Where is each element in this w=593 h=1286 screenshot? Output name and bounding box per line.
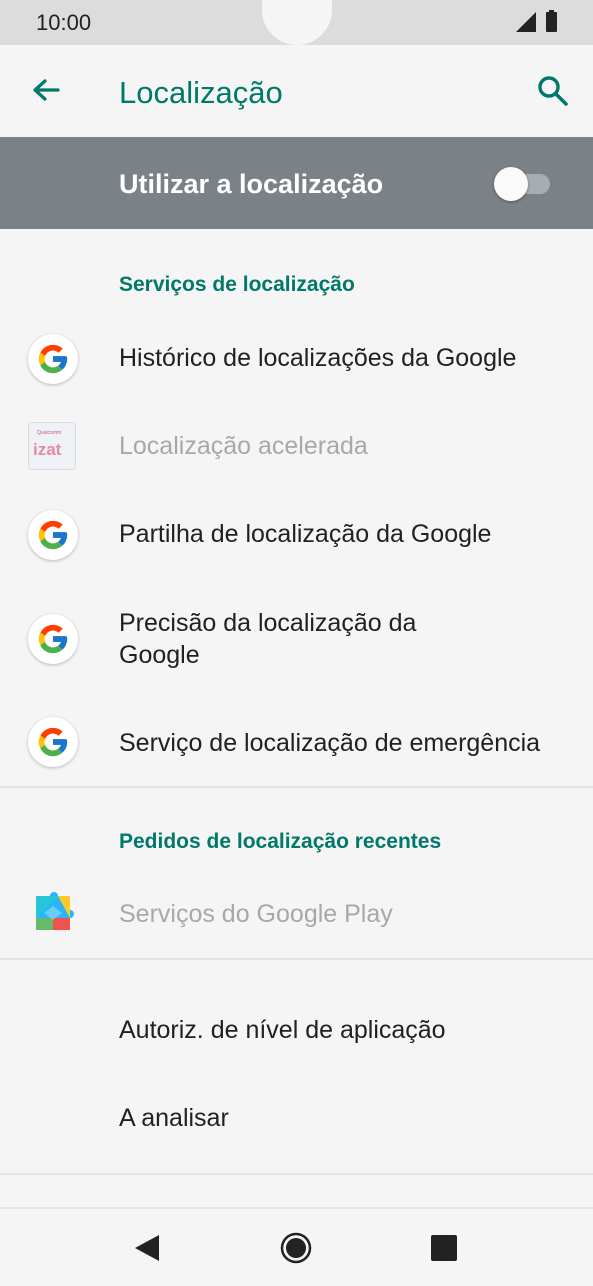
divider <box>0 1173 593 1175</box>
qualcomm-izat-icon: Qualcomm izat <box>28 422 78 472</box>
list-item-scanning[interactable]: A analisar <box>0 1076 593 1156</box>
item-label: A analisar <box>119 1104 229 1132</box>
nav-home-icon[interactable] <box>280 1232 312 1264</box>
page-title: Localização <box>119 75 283 110</box>
list-item-google-location-accuracy[interactable]: Precisão da localização da Google <box>0 578 593 696</box>
battery-icon <box>546 10 557 32</box>
list-item-accelerated-location[interactable]: Qualcomm izat Localização acelerada <box>0 402 593 490</box>
toggle-thumb[interactable] <box>494 167 528 201</box>
list-item-app-level-permissions[interactable]: Autoriz. de nível de aplicação <box>0 990 593 1070</box>
status-icons <box>516 10 557 32</box>
list-item-google-play-services[interactable]: Serviços do Google Play <box>0 872 593 958</box>
camera-notch <box>262 0 332 45</box>
izat-brand: izat <box>33 440 62 459</box>
item-label: Histórico de localizações da Google <box>119 344 517 372</box>
item-label: Serviços do Google Play <box>119 900 393 928</box>
list-item-google-location-history[interactable]: Histórico de localizações da Google <box>0 314 593 402</box>
item-label: Localização acelerada <box>119 432 368 460</box>
section-header-recent-requests: Pedidos de localização recentes <box>119 830 442 853</box>
divider <box>0 958 593 960</box>
izat-brand-small: Qualcomm <box>37 430 61 436</box>
google-g-icon <box>28 510 78 560</box>
search-icon[interactable] <box>535 73 571 109</box>
signal-icon <box>516 12 536 32</box>
section-header-location-services: Serviços de localização <box>119 273 355 296</box>
item-label: Serviço de localização de emergência <box>119 729 541 757</box>
google-g-icon <box>28 614 78 664</box>
status-time: 10:00 <box>36 10 92 35</box>
app-bar: Localização <box>0 45 593 137</box>
divider <box>0 786 593 788</box>
google-g-icon <box>28 717 78 767</box>
navigation-bar <box>0 1207 593 1286</box>
arrow-left-icon[interactable] <box>28 73 64 109</box>
google-play-services-icon <box>28 888 78 938</box>
list-item-emergency-location-service[interactable]: Serviço de localização de emergência <box>0 696 593 786</box>
use-location-switch-row[interactable]: Utilizar a localização <box>0 137 593 229</box>
nav-recents-icon[interactable] <box>431 1235 457 1261</box>
google-g-icon <box>28 334 78 384</box>
use-location-label: Utilizar a localização <box>119 169 384 199</box>
item-label: Autoriz. de nível de aplicação <box>119 1016 446 1044</box>
nav-back-icon[interactable] <box>133 1233 161 1263</box>
status-bar: 10:00 <box>0 0 593 45</box>
list-item-google-location-sharing[interactable]: Partilha de localização da Google <box>0 490 593 578</box>
item-label: Partilha de localização da Google <box>119 520 492 548</box>
item-label: Precisão da localização da Google <box>119 609 417 669</box>
